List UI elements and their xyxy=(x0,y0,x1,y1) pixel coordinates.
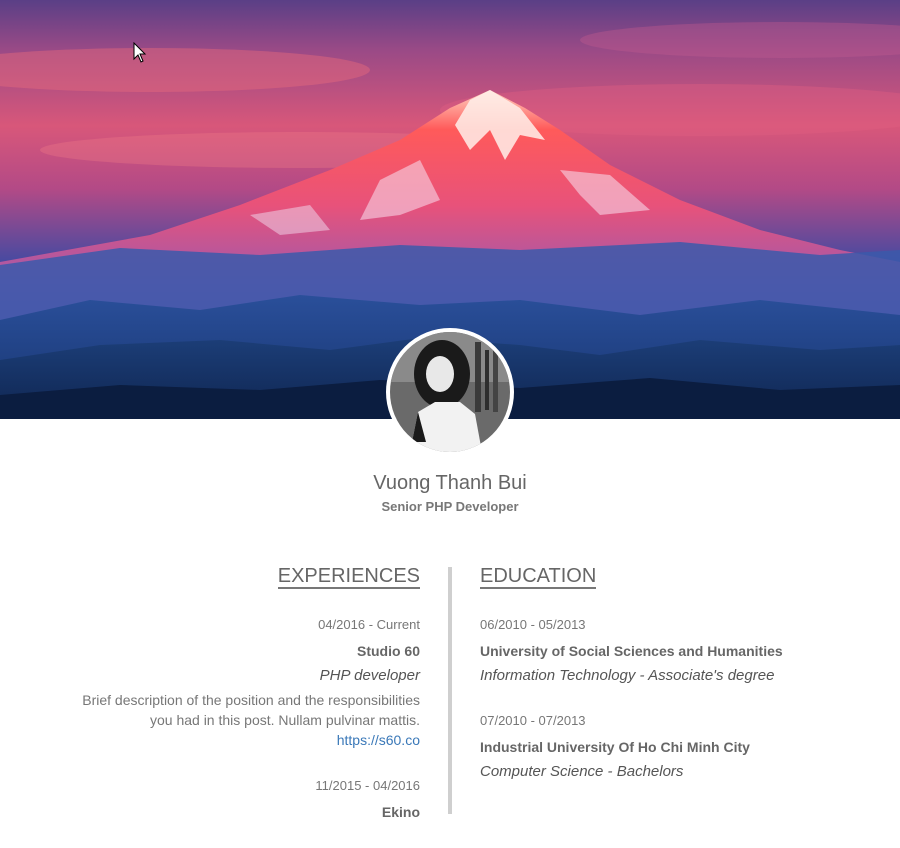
education-heading: EDUCATION xyxy=(480,565,597,589)
education-school: Industrial University Of Ho Chi Minh Cit… xyxy=(480,739,750,755)
education-item: 07/2010 - 07/2013 Industrial University … xyxy=(480,713,840,781)
education-date: 06/2010 - 05/2013 xyxy=(480,617,586,632)
profile-photo xyxy=(390,332,510,452)
avatar xyxy=(386,328,514,456)
education-school: University of Social Sciences and Humani… xyxy=(480,643,783,659)
experience-item: 04/2016 - Current Studio 60 PHP develope… xyxy=(60,617,420,750)
experience-date: 04/2016 - Current xyxy=(318,617,420,632)
profile-title: Senior PHP Developer xyxy=(381,499,519,514)
experience-company: Ekino xyxy=(381,804,420,820)
education-degree: Information Technology - Associate's deg… xyxy=(480,667,775,684)
timeline-divider xyxy=(448,567,452,814)
experiences-heading: EXPERIENCES xyxy=(277,565,420,589)
experiences-section: EXPERIENCES 04/2016 - Current Studio 60 … xyxy=(60,565,420,848)
profile-name: Vuong Thanh Bui xyxy=(373,472,527,494)
experience-company: Studio 60 xyxy=(356,643,420,659)
experience-description: Brief description of the position and th… xyxy=(82,692,420,728)
experience-date: 11/2015 - 04/2016 xyxy=(315,778,420,793)
education-date: 07/2010 - 07/2013 xyxy=(480,713,586,728)
mouse-cursor-icon xyxy=(133,42,147,63)
education-degree: Computer Science - Bachelors xyxy=(480,763,684,780)
experience-position: PHP developer xyxy=(319,667,420,684)
experience-link[interactable]: https://s60.co xyxy=(337,730,420,750)
education-item: 06/2010 - 05/2013 University of Social S… xyxy=(480,617,840,685)
education-section: EDUCATION 06/2010 - 05/2013 University o… xyxy=(480,565,840,809)
